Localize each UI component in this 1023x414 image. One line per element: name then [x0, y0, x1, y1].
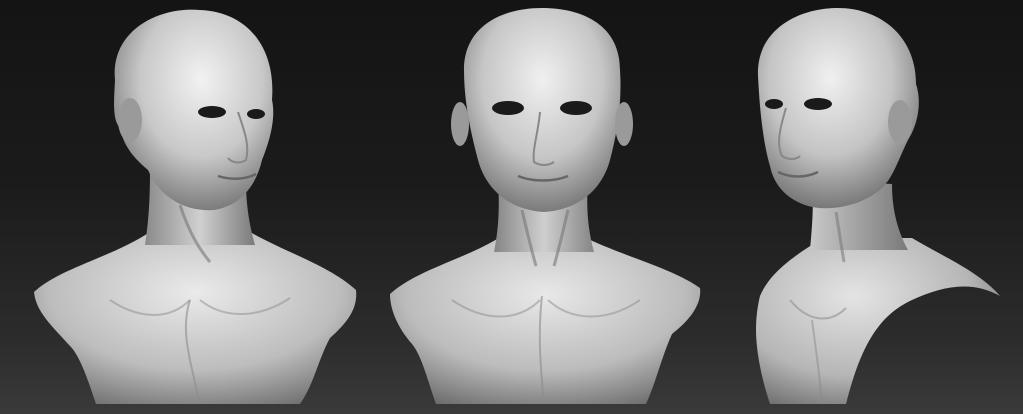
eye-socket	[247, 109, 265, 119]
bust-head	[114, 9, 274, 211]
bust-view-front	[372, 0, 712, 414]
ear	[615, 102, 633, 146]
eye-socket	[765, 99, 783, 109]
eye-socket	[198, 106, 226, 118]
bust-torso	[34, 232, 357, 405]
bust-view-three-quarter-right	[712, 0, 1023, 414]
bust-torso	[390, 236, 701, 405]
ear	[118, 98, 142, 142]
eye-socket	[804, 98, 832, 110]
render-canvas	[0, 0, 1023, 414]
eye-socket	[492, 101, 524, 115]
bust-torso	[756, 238, 1000, 405]
bust-view-three-quarter-left	[0, 0, 372, 414]
ear	[888, 100, 912, 144]
bust-head	[451, 8, 633, 212]
ear	[451, 102, 469, 146]
bust-head	[757, 8, 919, 209]
eye-socket	[560, 101, 592, 115]
